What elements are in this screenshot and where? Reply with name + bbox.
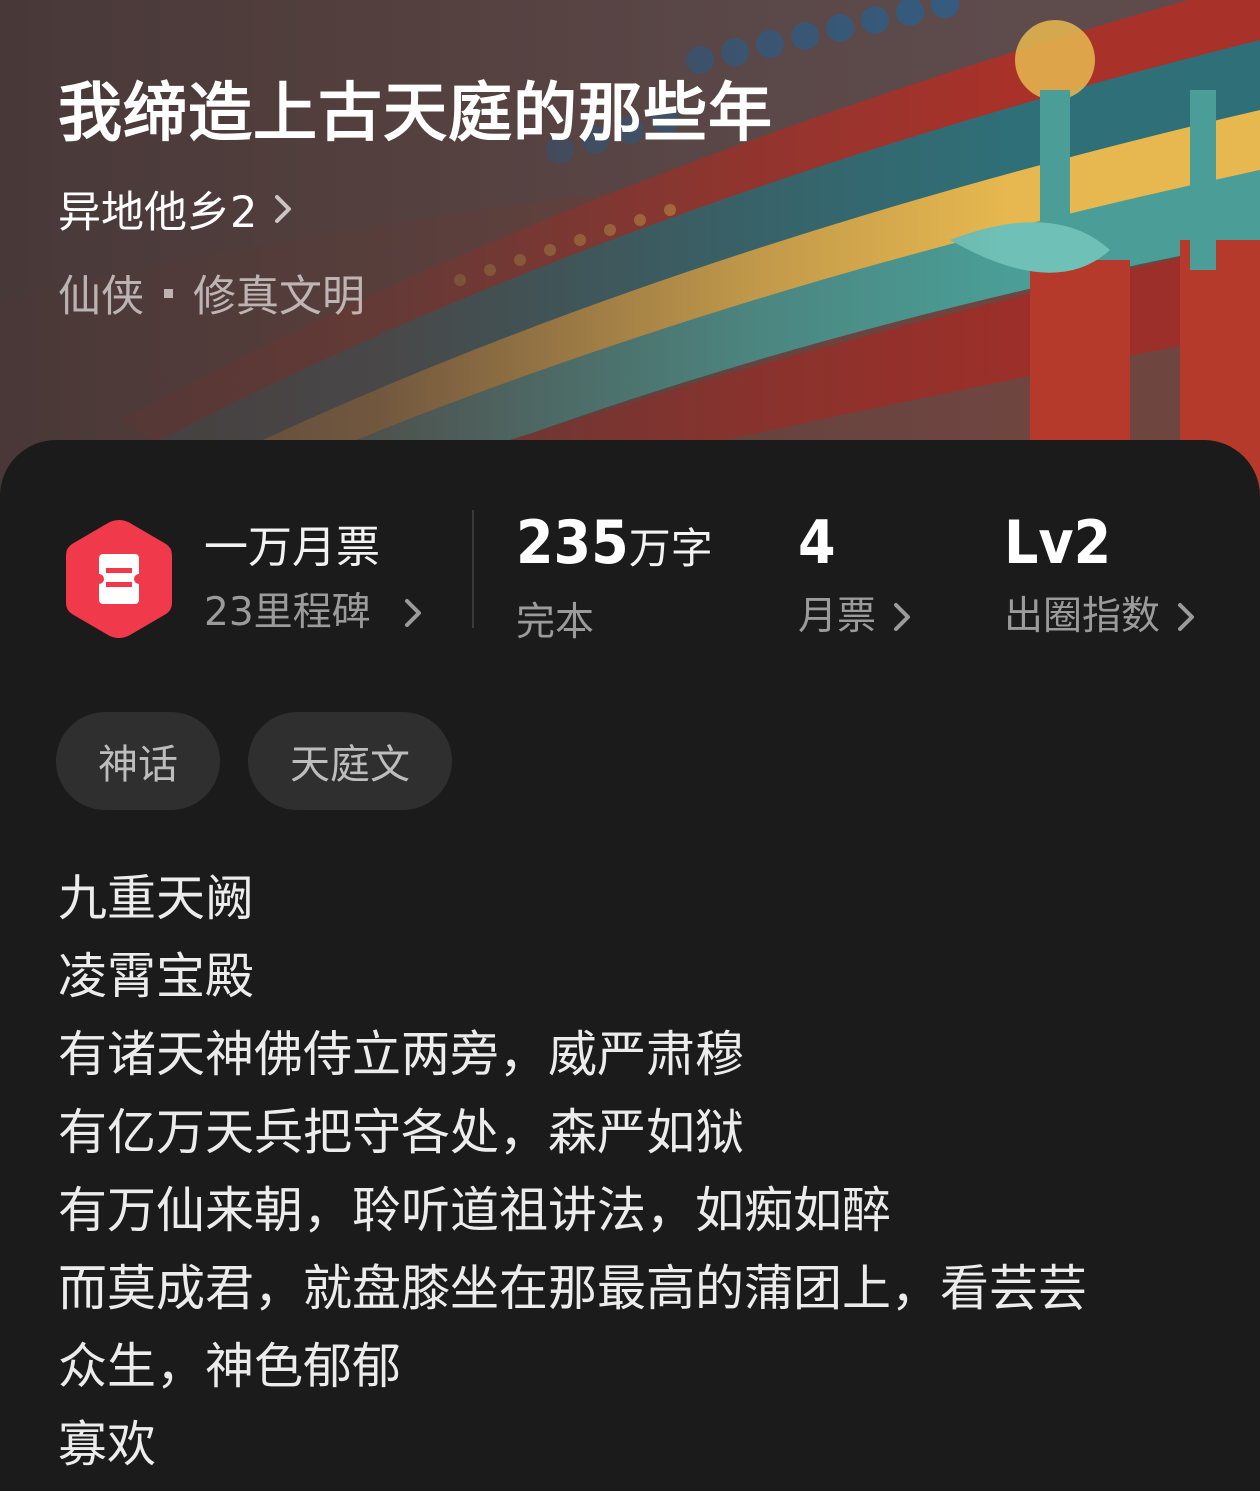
- votes-stat[interactable]: 4 月票: [798, 510, 912, 644]
- synopsis-line: 寡欢: [58, 1416, 157, 1473]
- book-info-card: 一万月票 23里程碑 235万字 完本 4 月票 Lv2 出圈指数 神话 天庭文…: [0, 440, 1260, 1491]
- genre-line: 仙侠 修真文明: [58, 262, 365, 324]
- synopsis-line: 九重天阙: [58, 870, 255, 927]
- chevron-right-icon: [275, 195, 292, 223]
- word-count-unit: 万字: [628, 524, 713, 573]
- synopsis-line: 众生，神色郁郁: [58, 1338, 402, 1395]
- stats-row: 一万月票 23里程碑 235万字 完本 4 月票 Lv2 出圈指数: [0, 510, 1260, 660]
- monthly-ticket-icon: [66, 520, 172, 638]
- book-detail-page: 我缔造上古天庭的那些年 异地他乡2 仙侠 修真文明 一万月票 23里程碑 235…: [0, 0, 1260, 1491]
- votes-label: 月票: [798, 594, 877, 639]
- completion-status: 完本: [516, 600, 595, 645]
- synopsis-line: 而莫成君，就盘膝坐在那最高的蒲团上，看芸芸: [58, 1260, 1088, 1317]
- synopsis-line: 有亿万天兵把守各处，森严如狱: [58, 1104, 745, 1161]
- votes-sub: 月票: [798, 590, 912, 644]
- chevron-right-icon: [894, 603, 911, 631]
- stats-divider: [472, 510, 474, 628]
- synopsis-line: 有诸天神佛侍立两旁，威严肃穆: [58, 1026, 745, 1083]
- book-title: 我缔造上古天庭的那些年: [58, 76, 773, 151]
- tag-chip[interactable]: 天庭文: [248, 712, 452, 810]
- tag-list: 神话 天庭文: [56, 712, 452, 810]
- synopsis-line: 凌霄宝殿: [58, 948, 255, 1005]
- word-count-number: 235: [516, 508, 629, 578]
- tag-chip[interactable]: 神话: [56, 712, 220, 810]
- level-value: Lv2: [1004, 508, 1112, 578]
- author-name: 异地他乡2: [58, 188, 258, 238]
- monthly-ticket-title: 一万月票: [204, 522, 380, 573]
- separator-dot: [164, 288, 173, 298]
- milestone-sub: 23里程碑: [204, 586, 423, 640]
- level-sub: 出圈指数: [1004, 590, 1196, 644]
- word-count-stat: 235万字 完本: [516, 510, 713, 650]
- word-count-value: 235万字: [516, 510, 713, 582]
- milestone-stat[interactable]: 一万月票 23里程碑: [204, 518, 423, 640]
- chevron-right-icon: [1178, 603, 1195, 631]
- author-link[interactable]: 异地他乡2: [58, 178, 297, 240]
- synopsis-line: 有万仙来朝，聆听道祖讲法，如痴如醉: [58, 1182, 892, 1239]
- milestone-count: 23里程碑: [204, 590, 371, 635]
- synopsis: 九重天阙 凌霄宝殿 有诸天神佛侍立两旁，威严肃穆 有亿万天兵把守各处，森严如狱 …: [58, 860, 1208, 1484]
- cover-art-banner: 我缔造上古天庭的那些年 异地他乡2 仙侠 修真文明: [0, 0, 1260, 500]
- level-label: 出圈指数: [1004, 594, 1161, 639]
- votes-value: 4: [798, 508, 836, 578]
- chevron-right-icon: [404, 599, 421, 627]
- genre-secondary: 修真文明: [193, 272, 365, 322]
- level-stat[interactable]: Lv2 出圈指数: [1004, 510, 1196, 644]
- genre-primary: 仙侠: [58, 272, 144, 322]
